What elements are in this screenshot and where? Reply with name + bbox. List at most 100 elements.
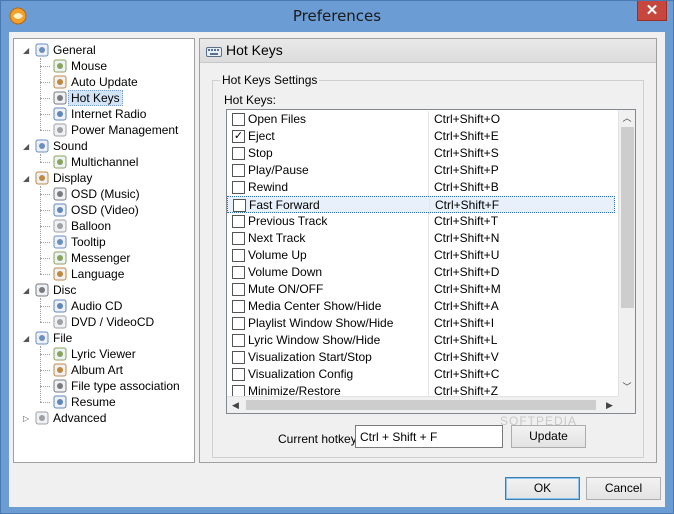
tree-item[interactable]: File type association	[52, 378, 180, 394]
tree-item[interactable]: Mouse	[52, 58, 107, 74]
column-divider	[428, 349, 429, 366]
title-bar[interactable]: Preferences ✕	[1, 1, 673, 32]
tree-item[interactable]: Balloon	[52, 218, 111, 234]
hotkey-row[interactable]: Media Center Show/Hide Ctrl+Shift+A	[227, 298, 615, 315]
hotkey-checkbox[interactable]	[232, 232, 245, 245]
current-hotkey-input[interactable]	[355, 425, 503, 448]
tree-item[interactable]: Sound	[34, 138, 88, 154]
scroll-down-icon[interactable]: ﹀	[619, 379, 635, 396]
window-title: Preferences	[292, 7, 382, 25]
hotkey-action-name: Play/Pause	[248, 163, 309, 177]
tree-item[interactable]: Auto Update	[52, 74, 138, 90]
scroll-up-icon[interactable]: ︿	[619, 110, 635, 127]
hotkey-row[interactable]: Rewind Ctrl+Shift+B	[227, 179, 615, 196]
hotkey-checkbox[interactable]: ✓	[232, 130, 245, 143]
hotkey-row[interactable]: Visualization Start/Stop Ctrl+Shift+V	[227, 349, 615, 366]
tree-item[interactable]: Album Art	[52, 362, 123, 378]
tree-item[interactable]: Multichannel	[52, 154, 138, 170]
tree-item[interactable]: Tooltip	[52, 234, 106, 250]
tree-item[interactable]: Language	[52, 266, 124, 282]
tree-item[interactable]: Messenger	[52, 250, 130, 266]
hotkey-checkbox[interactable]	[232, 317, 245, 330]
tree-expander-icon[interactable]: ◢	[23, 334, 32, 343]
tree-item[interactable]: Advanced	[34, 410, 106, 426]
dialog-body: ◢ General Mouse Auto Update Hot Keys Internet…	[9, 32, 665, 507]
hotkey-row[interactable]: ✓ Eject Ctrl+Shift+E	[227, 128, 615, 145]
update-button[interactable]: Update	[511, 425, 586, 448]
hotkey-row[interactable]: Visualization Config Ctrl+Shift+C	[227, 366, 615, 383]
hotkey-row[interactable]: Volume Down Ctrl+Shift+D	[227, 264, 615, 281]
hotkey-row[interactable]: Stop Ctrl+Shift+S	[227, 145, 615, 162]
tree-guide-line	[40, 194, 50, 195]
globe-icon	[52, 75, 68, 89]
horizontal-scroll-thumb[interactable]	[246, 400, 596, 410]
hotkeys-list-label: Hot Keys:	[224, 93, 277, 107]
hotkey-checkbox[interactable]	[232, 164, 245, 177]
hotkey-row[interactable]: Volume Up Ctrl+Shift+U	[227, 247, 615, 264]
tree-expander-icon[interactable]: ▷	[23, 414, 32, 423]
hotkey-checkbox[interactable]	[232, 368, 245, 381]
tree-expander-icon[interactable]: ◢	[23, 286, 32, 295]
hotkey-row[interactable]: Next Track Ctrl+Shift+N	[227, 230, 615, 247]
column-divider	[428, 111, 429, 128]
tree-item[interactable]: Internet Radio	[52, 106, 146, 122]
hotkey-shortcut: Ctrl+Shift+C	[434, 367, 500, 381]
hotkey-row[interactable]: Fast Forward Ctrl+Shift+F	[227, 196, 615, 214]
tree-item[interactable]: General	[34, 42, 96, 58]
tree-item[interactable]: Power Management	[52, 122, 178, 138]
hotkey-shortcut: Ctrl+Shift+I	[434, 316, 495, 330]
hotkey-checkbox[interactable]	[232, 266, 245, 279]
scroll-left-icon[interactable]: ◀	[227, 397, 244, 413]
vertical-scroll-thumb[interactable]	[621, 127, 634, 308]
cancel-button[interactable]: Cancel	[586, 477, 661, 500]
tree-item[interactable]: Lyric Viewer	[52, 346, 136, 362]
tree-item[interactable]: File	[34, 330, 72, 346]
scroll-right-icon[interactable]: ▶	[601, 397, 618, 413]
hotkey-action-name: Playlist Window Show/Hide	[248, 316, 394, 330]
hotkey-checkbox[interactable]	[232, 113, 245, 126]
tree-expander-icon[interactable]: ◢	[23, 174, 32, 183]
hotkey-row[interactable]: Playlist Window Show/Hide Ctrl+Shift+I	[227, 315, 615, 332]
hotkey-shortcut: Ctrl+Shift+F	[435, 198, 500, 212]
hotkey-row[interactable]: Previous Track Ctrl+Shift+T	[227, 213, 615, 230]
category-tree[interactable]: ◢ General Mouse Auto Update Hot Keys Internet…	[13, 38, 195, 463]
close-button[interactable]: ✕	[637, 1, 667, 21]
tree-guide-line	[40, 274, 50, 275]
hotkey-checkbox[interactable]	[233, 199, 246, 212]
tree-expander-icon[interactable]: ◢	[23, 142, 32, 151]
hotkey-row[interactable]: Open Files Ctrl+Shift+O	[227, 111, 615, 128]
tree-item[interactable]: Disc	[34, 282, 76, 298]
hotkey-checkbox[interactable]	[232, 283, 245, 296]
hotkey-row[interactable]: Play/Pause Ctrl+Shift+P	[227, 162, 615, 179]
radio-icon	[52, 107, 68, 121]
tree-item[interactable]: Audio CD	[52, 298, 122, 314]
hotkeys-list[interactable]: Minimize/Restore Ctrl+Shift+Z Visualizatio…	[226, 109, 636, 414]
hotkey-action-name: Previous Track	[248, 214, 328, 228]
hotkey-row[interactable]: Mute ON/OFF Ctrl+Shift+M	[227, 281, 615, 298]
vertical-scrollbar[interactable]: ︿ ﹀	[618, 110, 635, 396]
hotkey-shortcut: Ctrl+Shift+S	[434, 146, 499, 160]
tree-guide-line	[40, 186, 41, 274]
hotkey-checkbox[interactable]	[232, 147, 245, 160]
hotkey-checkbox[interactable]	[232, 181, 245, 194]
album-art-icon	[52, 363, 68, 377]
tree-item[interactable]: OSD (Music)	[52, 186, 140, 202]
ok-button[interactable]: OK	[505, 477, 580, 500]
tree-item[interactable]: Hot Keys	[52, 90, 123, 106]
tree-item[interactable]: DVD / VideoCD	[52, 314, 154, 330]
tree-item[interactable]: Resume	[52, 394, 116, 410]
tree-item[interactable]: Display	[34, 170, 92, 186]
speaker-icon	[34, 139, 50, 153]
tree-item[interactable]: OSD (Video)	[52, 202, 139, 218]
hotkey-shortcut: Ctrl+Shift+U	[434, 248, 500, 262]
hotkey-checkbox[interactable]	[232, 249, 245, 262]
tree-expander-icon[interactable]: ◢	[23, 46, 32, 55]
tree-guide-line	[40, 154, 41, 162]
horizontal-scrollbar[interactable]: ◀ ▶	[227, 396, 618, 413]
hotkey-checkbox[interactable]	[232, 334, 245, 347]
hotkey-checkbox[interactable]	[232, 300, 245, 313]
hotkey-checkbox[interactable]	[232, 215, 245, 228]
hotkey-action-name: Mute ON/OFF	[248, 282, 324, 296]
hotkey-checkbox[interactable]	[232, 351, 245, 364]
hotkey-row[interactable]: Lyric Window Show/Hide Ctrl+Shift+L	[227, 332, 615, 349]
